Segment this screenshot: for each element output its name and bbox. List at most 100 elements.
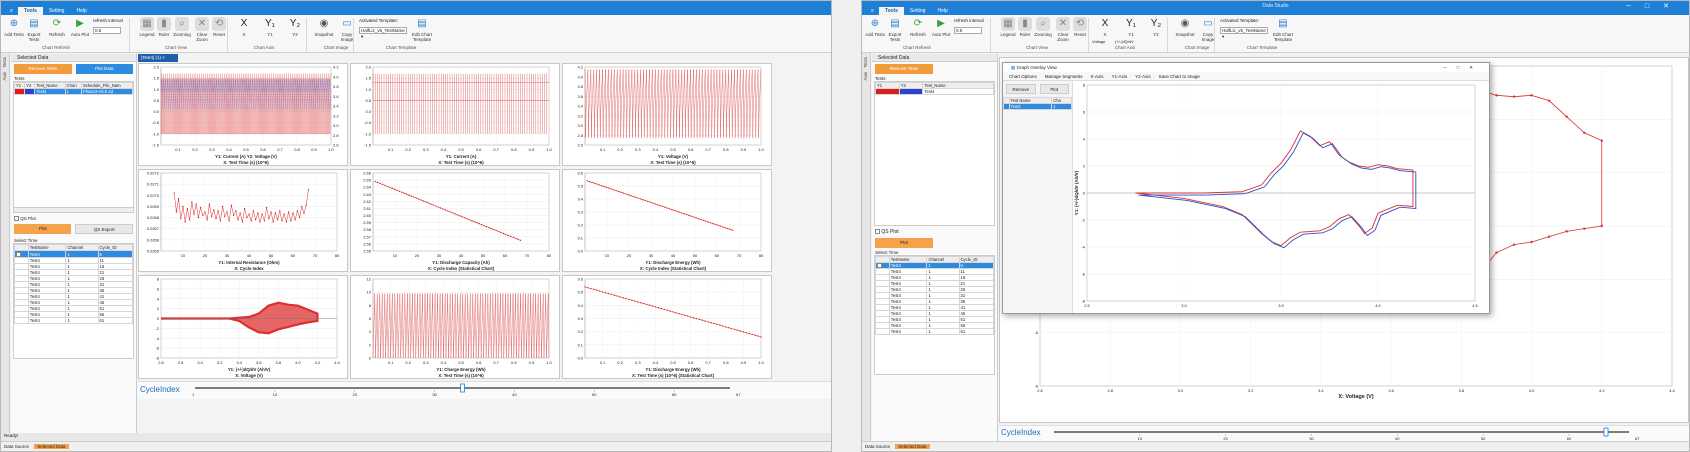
file-menu-button[interactable]: ≡: [866, 7, 879, 15]
chart[interactable]: 2.66 2.65 2.64 2.63 2.62 2.61 2.60 2.59 2.58 2.57…: [351, 170, 561, 273]
y1-button[interactable]: Y₁ Y1: [259, 17, 281, 37]
chart-cell[interactable]: 9.6 9.5 9.4 9.3 9.2 9.1 9.0 0.1 0.2 0.3 0.4 0.5 0.6 0…: [562, 275, 772, 379]
vtab-tests[interactable]: Tests: [863, 57, 868, 68]
overlay-chart[interactable]: 86420-2-4-6-82.5 3.0 3.5 4.0 4.5Y1: (+/-)dQ/…: [1073, 81, 1491, 315]
template-select[interactable]: HalfLiz_v5_TestName ▾: [359, 27, 407, 39]
menu-manage-segments[interactable]: Manage Segments: [1045, 74, 1083, 79]
menu-save-chart-to-image[interactable]: Save Chart to Image: [1159, 74, 1200, 79]
menu-x-axis[interactable]: X-Axis: [1091, 74, 1104, 79]
tab-data-source[interactable]: Data Source: [4, 444, 29, 449]
slider-thumb[interactable]: [460, 383, 465, 393]
refresh-button[interactable]: ⟳ Refresh: [46, 17, 68, 37]
overlay-plot-button[interactable]: Plot: [1039, 84, 1069, 94]
overlay-remove-button[interactable]: Remove: [1006, 84, 1036, 94]
chart[interactable]: 4.2 4.0 3.8 3.6 3.4 3.2 3.0 2.8 2.6 0.1 0.2 0.3 0.4 0…: [563, 64, 773, 167]
vtab-tests[interactable]: Tests: [2, 57, 7, 68]
copy-image-button[interactable]: ▭ Copy Image: [1197, 17, 1219, 42]
refresh-interval-input[interactable]: 0.5: [954, 27, 982, 34]
tab-selected-data[interactable]: Selected Data: [895, 444, 930, 449]
auto-plot-button[interactable]: ▶ Auto Plot: [69, 17, 91, 37]
refresh-interval-input[interactable]: 0.5: [93, 27, 121, 34]
export-tests-button[interactable]: ▤ Export Tests: [23, 17, 45, 42]
zooming-button[interactable]: ⌕ Zooming: [1032, 17, 1054, 37]
y1-color-cell[interactable]: [13, 88, 26, 95]
copy-image-button[interactable]: ▭ Copy Image: [336, 17, 358, 42]
y2-button[interactable]: Y₂ Y2: [284, 17, 306, 37]
row-selector[interactable]: [14, 316, 29, 324]
x-button[interactable]: XX: [233, 17, 255, 37]
remove-tests-button[interactable]: Remove Tests: [875, 64, 933, 74]
y1-button[interactable]: Y₁ Y1: [1120, 17, 1142, 37]
plot-button[interactable]: Plot: [14, 224, 72, 235]
plot-data-button[interactable]: Plot Data: [75, 64, 133, 74]
snapshot-button[interactable]: ◉ Snapshot: [1174, 17, 1196, 37]
chart[interactable]: 86420-2-4-6-82.6 2.8 3.0 3.2 3.4 3.6 3.8 4.0 4.2…: [139, 276, 349, 380]
table-row[interactable]: Test4: [875, 88, 994, 95]
y2-button[interactable]: Y₂ Y2: [1145, 17, 1167, 37]
add-tests-button[interactable]: ⊕ Add Tests: [864, 17, 886, 37]
tab-data-source[interactable]: Data Source: [865, 444, 890, 449]
horizontal-scrollbar[interactable]: [14, 207, 133, 212]
chart-cell[interactable]: 2.0 1.5 1.0 0.5 0.0 -0.5 -1.0 -1.5 0.1 0.2 0.3 0.4 0…: [138, 63, 348, 166]
chart-cell[interactable]: 0.0272 0.0271 0.0270 0.0269 0.0268 0.0267 0.02…: [138, 169, 348, 272]
tab-tools[interactable]: Tools: [878, 7, 904, 15]
export-tests-button[interactable]: ▤ Export Tests: [884, 17, 906, 42]
row-checkbox[interactable]: [16, 251, 21, 257]
table-row[interactable]: Test4 1 Phase3-HCK.sd: [13, 88, 134, 95]
menu-y1-axis[interactable]: Y1-Axis: [1112, 74, 1128, 79]
button-label: Zooming: [1034, 32, 1052, 37]
y2-color-cell[interactable]: [898, 88, 924, 95]
chart[interactable]: 9.6 9.5 9.4 9.3 9.2 9.1 9.0 10 20 30 40 50 60 70 80 Y1:…: [563, 170, 773, 273]
table-row[interactable]: Test4 1 61: [14, 316, 133, 324]
qs-plot-checkbox[interactable]: [14, 216, 19, 222]
vtab-axis[interactable]: Axis: [2, 72, 7, 81]
vtab-axis[interactable]: Axis: [863, 72, 868, 81]
row-checkbox[interactable]: [877, 263, 882, 268]
row-selector[interactable]: [875, 328, 890, 336]
button-label: Refresh: [910, 32, 926, 37]
auto-plot-button[interactable]: ▶ Auto Plot: [930, 17, 952, 37]
ribbon-group-label: Chart Axis: [1114, 45, 1136, 50]
table-row[interactable]: Test4 1: [1003, 103, 1072, 110]
add-tests-button[interactable]: ⊕ Add Tests: [3, 17, 25, 37]
menu-y2-axis[interactable]: Y2-Axis: [1135, 74, 1151, 79]
chart-cell[interactable]: 8 6 4 2 0 -2 -4 -6 -8 2.6 2.8 3.0 3.2 3.4 3.6 3.8 4.0 4.2…: [138, 275, 348, 379]
y1-color-cell[interactable]: [875, 88, 900, 95]
chart-cell[interactable]: 12 10 8 6 4 2 0 0.1 0.2 0.3 0.4 0.5 0.6 0.7 0.8 0.9 1.0 Y…: [350, 275, 560, 379]
cycle-index-slider[interactable]: 10 20 30 40 50 60 67: [1049, 426, 1649, 442]
chart-cell[interactable]: 9.6 9.5 9.4 9.3 9.2 9.1 9.0 10 20 30 40 50 60 70 80 Y1:…: [562, 169, 772, 272]
cycle-index-slider[interactable]: 10 20 30 40 50 60 1 67: [190, 382, 750, 400]
chart-cell[interactable]: 2.66 2.65 2.64 2.63 2.62 2.61 2.60 2.59 2.58 2.57…: [350, 169, 560, 272]
tab-help[interactable]: Help: [70, 7, 92, 15]
snapshot-button[interactable]: ◉ Snapshot: [313, 17, 335, 37]
template-select[interactable]: HalfLiz_v5_TestName ▾: [1220, 27, 1268, 39]
qs-plot-checkbox[interactable]: [875, 229, 880, 235]
chart[interactable]: 2.0 1.5 1.0 0.5 0.0 -0.5 -1.0 -1.5 0.1 0.2 0.3 0.4 0…: [139, 64, 349, 167]
dialog-window-controls[interactable]: ─□✕: [1443, 63, 1483, 72]
chart[interactable]: 12 10 8 6 4 2 0 0.1 0.2 0.3 0.4 0.5 0.6 0.7 0.8 0.9 1.0 Y…: [351, 276, 561, 380]
chart[interactable]: 9.6 9.5 9.4 9.3 9.2 9.1 9.0 0.1 0.2 0.3 0.4 0.5 0.6 0…: [563, 276, 773, 380]
chart[interactable]: 2.0 1.5 1.0 0.5 0.0 -0.5 -1.0 -1.5 0.1 0.2 0.3 0.4 0…: [351, 64, 561, 167]
edit-chart-template-button[interactable]: ▤ Edit Chart Template: [411, 17, 433, 42]
remove-tests-button[interactable]: Remove Tests: [14, 64, 72, 74]
plot-button[interactable]: Plot: [875, 238, 933, 248]
tab-setting[interactable]: Setting: [43, 7, 71, 15]
x-button[interactable]: XX: [1094, 17, 1116, 37]
refresh-button[interactable]: ⟳ Refresh: [907, 17, 929, 37]
tab-setting[interactable]: Setting: [904, 7, 932, 15]
edit-chart-template-button[interactable]: ▤ Edit Chart Template: [1272, 17, 1294, 42]
slider-thumb[interactable]: [1603, 427, 1609, 437]
chart[interactable]: 0.0272 0.0271 0.0270 0.0269 0.0268 0.0267 0.02…: [139, 170, 349, 273]
y2-color-cell[interactable]: [24, 88, 36, 95]
chart-cell[interactable]: 4.2 4.0 3.8 3.6 3.4 3.2 3.0 2.8 2.6 0.1 0.2 0.3 0.4 0…: [562, 63, 772, 166]
table-row[interactable]: Test4 1 61: [875, 328, 994, 336]
qs-export-button[interactable]: QS Export: [75, 224, 133, 235]
menu-chart-options[interactable]: Chart Options: [1009, 74, 1037, 79]
document-tab[interactable]: [Test4] (1) ×: [138, 54, 178, 62]
tab-selected-data[interactable]: Selected Data: [34, 444, 69, 449]
file-menu-button[interactable]: ≡: [5, 7, 18, 15]
tab-tools[interactable]: Tools: [17, 7, 43, 15]
tab-help[interactable]: Help: [931, 7, 953, 15]
zooming-button[interactable]: ⌕ Zooming: [171, 17, 193, 37]
chart-cell[interactable]: 2.0 1.5 1.0 0.5 0.0 -0.5 -1.0 -1.5 0.1 0.2 0.3 0.4 0…: [350, 63, 560, 166]
